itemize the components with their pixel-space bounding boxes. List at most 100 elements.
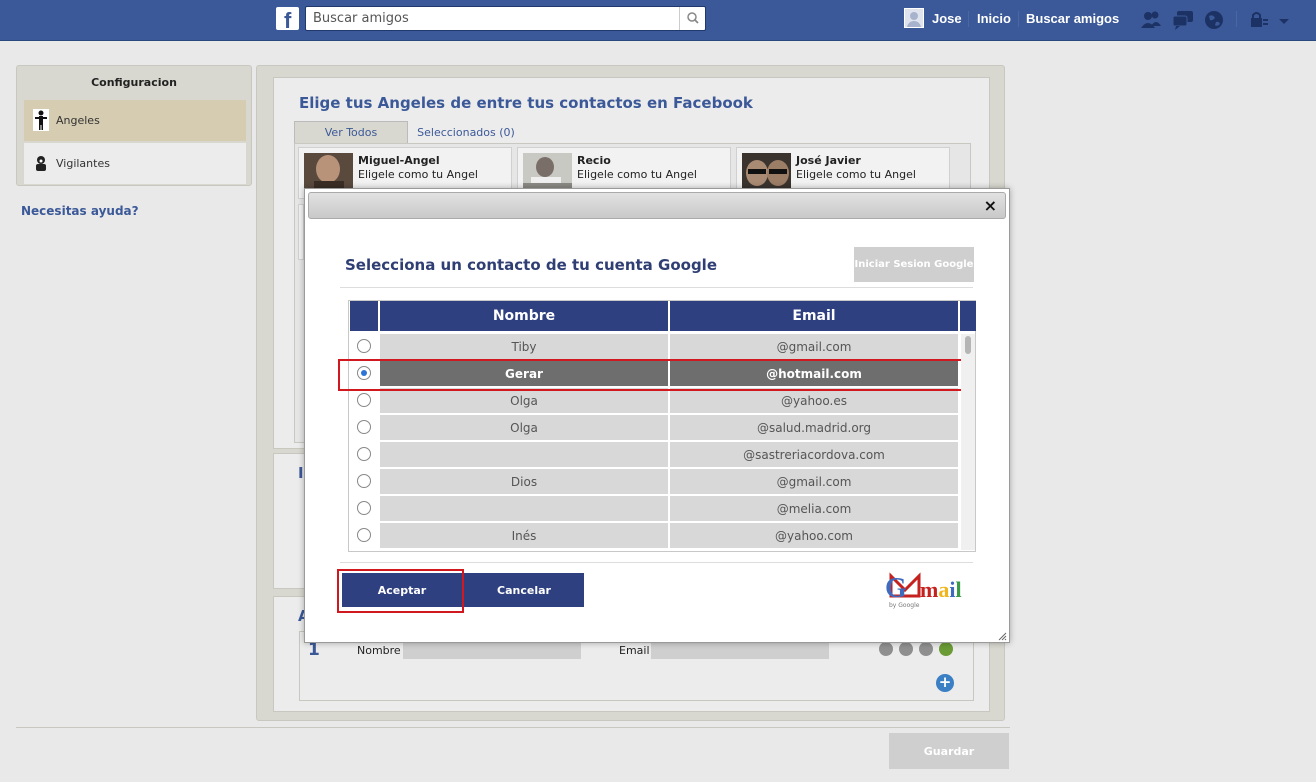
- cancel-button[interactable]: Cancelar: [464, 573, 584, 607]
- nav-divider: [1236, 11, 1237, 27]
- contact-name: José Javier: [796, 154, 861, 167]
- help-link[interactable]: Necesitas ayuda?: [21, 204, 139, 218]
- cell-nombre: Olga: [380, 415, 668, 440]
- divider: [340, 562, 973, 563]
- cell-nombre: [380, 496, 668, 521]
- user-profile-link[interactable]: Jose: [904, 8, 962, 28]
- table-row[interactable]: @melia.com: [349, 496, 959, 521]
- cell-email: @yahoo.com: [670, 523, 958, 548]
- nav-divider: [1018, 11, 1019, 27]
- google-login-button[interactable]: Iniciar Sesion Google: [854, 247, 974, 282]
- page-title: Elige tus Angeles de entre tus contactos…: [299, 94, 753, 112]
- search-icon[interactable]: [679, 7, 705, 30]
- scrollbar-thumb[interactable]: [965, 336, 971, 354]
- angel-icon: [33, 109, 49, 131]
- table-row[interactable]: Dios @gmail.com: [349, 469, 959, 494]
- nav-divider: [968, 11, 969, 27]
- accept-button[interactable]: Aceptar: [342, 573, 462, 607]
- google-contacts-dialog: × Selecciona un contacto de tu cuenta Go…: [304, 188, 1010, 643]
- sidebar-item-vigilantes[interactable]: Vigilantes: [24, 143, 246, 184]
- table-row[interactable]: Tiby @gmail.com: [349, 334, 959, 359]
- row-radio-button[interactable]: [357, 420, 371, 434]
- row-radio-button[interactable]: [357, 528, 371, 542]
- action-icon[interactable]: [919, 642, 933, 656]
- gmail-logo-g: G: [885, 573, 907, 604]
- section-heading: I: [298, 464, 304, 482]
- cell-email: @melia.com: [670, 496, 958, 521]
- privacy-lock-icon[interactable]: [1248, 9, 1270, 34]
- action-icon[interactable]: [899, 642, 913, 656]
- divider: [16, 727, 1010, 728]
- edit-icon[interactable]: [939, 642, 953, 656]
- cell-nombre: Dios: [380, 469, 668, 494]
- row-radio-button[interactable]: [357, 474, 371, 488]
- cell-email: @gmail.com: [670, 334, 958, 359]
- vigilante-icon: [33, 155, 49, 172]
- name-field[interactable]: [403, 643, 581, 659]
- column-header-nombre: Nombre: [380, 301, 668, 331]
- contact-name: Recio: [577, 154, 611, 167]
- avatar: [904, 8, 924, 28]
- row-radio-button[interactable]: [357, 393, 371, 407]
- close-icon[interactable]: ×: [984, 196, 997, 215]
- cell-nombre: Tiby: [380, 334, 668, 359]
- find-friends-link[interactable]: Buscar amigos: [1026, 11, 1119, 26]
- table-row[interactable]: @sastreriacordova.com: [349, 442, 959, 467]
- table-row[interactable]: Olga @yahoo.es: [349, 388, 959, 413]
- search-input[interactable]: [306, 7, 676, 30]
- table-row[interactable]: Inés @yahoo.com: [349, 523, 959, 548]
- action-icon[interactable]: [879, 642, 893, 656]
- cell-email: @yahoo.es: [670, 388, 958, 413]
- table-header-radio: [350, 301, 378, 331]
- row-radio-button[interactable]: [357, 501, 371, 515]
- notifications-globe-icon[interactable]: [1203, 9, 1225, 34]
- user-name: Jose: [932, 10, 962, 26]
- facebook-logo-icon[interactable]: f: [276, 7, 299, 33]
- divider: [340, 287, 973, 288]
- save-button[interactable]: Guardar: [889, 733, 1009, 769]
- add-row-icon[interactable]: +: [936, 674, 954, 692]
- resize-handle-icon[interactable]: [997, 630, 1007, 641]
- dialog-titlebar[interactable]: ×: [308, 192, 1006, 219]
- contact-subtitle: Eligele como tu Angel: [577, 168, 697, 181]
- messages-icon[interactable]: [1171, 9, 1195, 34]
- contact-photo: [523, 153, 572, 193]
- table-row[interactable]: Olga @salud.madrid.org: [349, 415, 959, 440]
- account-menu-chevron-down-icon[interactable]: [1278, 15, 1290, 29]
- selected-row-highlight: [338, 359, 966, 391]
- row-radio-button[interactable]: [357, 447, 371, 461]
- contact-subtitle: Eligele como tu Angel: [796, 168, 916, 181]
- google-contacts-table: Nombre Email Tiby @gmail.com Gerar @hotmail…: [338, 300, 976, 552]
- cell-nombre: Inés: [380, 523, 668, 548]
- tab-seleccionados[interactable]: Seleccionados (0): [408, 121, 524, 143]
- dialog-title: Selecciona un contacto de tu cuenta Goog…: [345, 256, 717, 274]
- cell-nombre: [380, 442, 668, 467]
- email-label: Email: [619, 644, 650, 657]
- sidebar-title: Configuracion: [91, 76, 177, 89]
- friend-requests-icon[interactable]: [1139, 9, 1163, 34]
- cell-nombre: Olga: [380, 388, 668, 413]
- contact-name: Miguel-Angel: [358, 154, 440, 167]
- email-field[interactable]: [651, 643, 829, 659]
- gmail-logo-by: by Google: [889, 602, 920, 609]
- sidebar-item-angeles[interactable]: Angeles: [24, 100, 246, 141]
- table-scrollbar[interactable]: [961, 334, 975, 550]
- contact-subtitle: Eligele como tu Angel: [358, 168, 478, 181]
- tab-ver-todos[interactable]: Ver Todos: [294, 121, 408, 143]
- row-radio-button[interactable]: [357, 339, 371, 353]
- row-index: 1: [308, 640, 320, 660]
- home-link[interactable]: Inicio: [977, 11, 1011, 26]
- gmail-logo-rest: mail: [920, 577, 962, 602]
- cell-email: @salud.madrid.org: [670, 415, 958, 440]
- search-box: [305, 6, 706, 31]
- contact-photo: [304, 153, 353, 193]
- top-bar: f Jose Inicio Buscar amigos: [0, 0, 1316, 41]
- sidebar-item-label: Angeles: [56, 114, 100, 127]
- table-header-scroll: [960, 301, 976, 331]
- gmail-logo: G mail by Google: [885, 570, 971, 610]
- settings-sidebar: Configuracion Angeles Vigilantes: [16, 65, 252, 186]
- name-label: Nombre: [357, 644, 401, 657]
- sidebar-item-label: Vigilantes: [56, 157, 110, 170]
- cell-email: @gmail.com: [670, 469, 958, 494]
- column-header-email: Email: [670, 301, 958, 331]
